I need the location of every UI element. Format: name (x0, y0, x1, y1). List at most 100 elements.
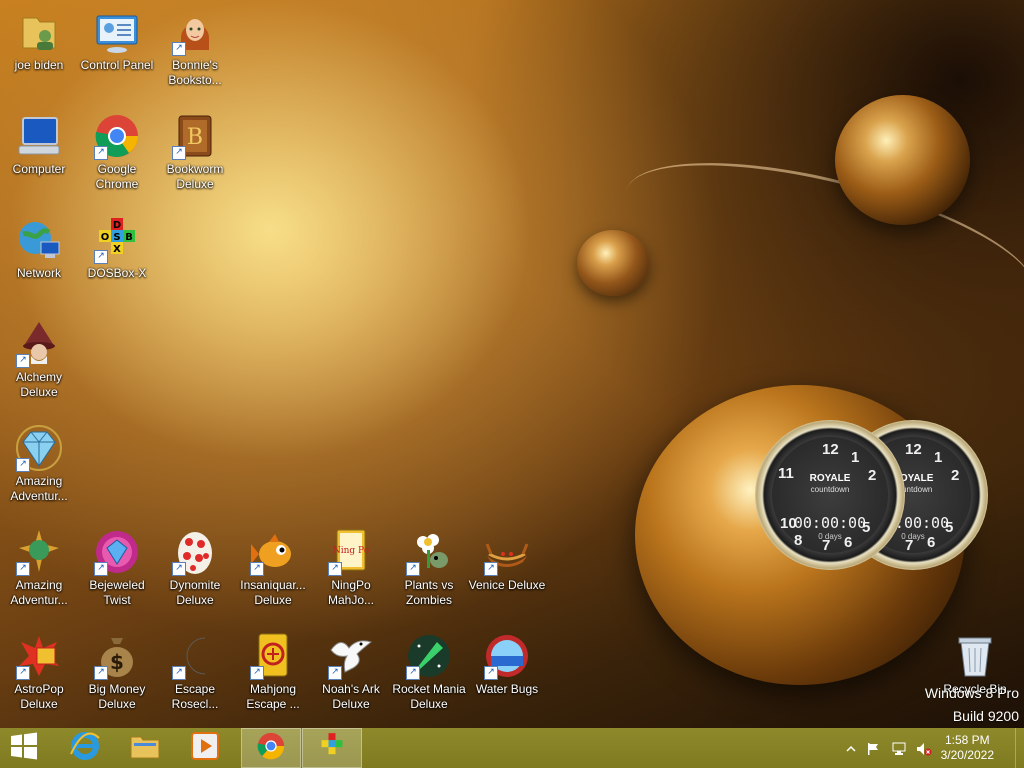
svg-text:Ning Po: Ning Po (333, 546, 369, 556)
venice-icon: ↗ (483, 528, 531, 576)
icon-label: Amazing Adventur... (10, 474, 68, 503)
volume-muted-icon[interactable] (916, 741, 932, 756)
icon-label: Rocket Mania Deluxe (392, 682, 466, 711)
desktop-icon-joe-biden[interactable]: joe biden (0, 4, 78, 73)
svg-text:D: D (113, 220, 121, 231)
clock-time: 1:58 PM (944, 733, 990, 747)
taskbar: 1:58 PM 3/20/2022 (0, 728, 1024, 768)
clock-date-button[interactable]: 1:58 PM 3/20/2022 (941, 733, 994, 763)
desktop-icon-plants-vs-zombies[interactable]: ↗ Plants vs Zombies (390, 524, 468, 608)
shortcut-arrow-icon: ↗ (94, 250, 108, 264)
taskbar-internet-explorer[interactable] (55, 728, 115, 768)
shortcut-arrow-icon: ↗ (328, 666, 342, 680)
clock-date: 3/20/2022 (940, 748, 994, 762)
desktop-icon-dosbox-x[interactable]: D O S B X ↗ DOSBox-X (78, 212, 156, 281)
shortcut-arrow-icon: ↗ (406, 562, 420, 576)
amazing-diamond-icon: ↗ (15, 424, 63, 472)
taskbar-file-explorer[interactable] (115, 728, 175, 768)
mahjong-escape-icon: ↗ (249, 632, 297, 680)
icon-label: Bejeweled Twist (89, 578, 145, 607)
desktop-icon-bonnies-bookstore[interactable]: ↗ Bonnie's Booksto... (156, 4, 234, 88)
shortcut-arrow-icon: ↗ (94, 562, 108, 576)
dosbox-icon (318, 732, 346, 764)
icon-label: Bookworm Deluxe (166, 162, 224, 191)
desktop-icon-astropop-deluxe[interactable]: ↗ AstroPop Deluxe (0, 628, 78, 712)
desktop-icon-bookworm-deluxe[interactable]: B ↗ Bookworm Deluxe (156, 108, 234, 192)
svg-text:B: B (125, 232, 133, 243)
amazing-globe-icon: ↗ (15, 528, 63, 576)
bookworm-icon: B ↗ (171, 112, 219, 160)
desktop-icon-big-money-deluxe[interactable]: $ ↗ Big Money Deluxe (78, 628, 156, 712)
shortcut-arrow-icon: ↗ (16, 562, 30, 576)
shortcut-arrow-icon: ↗ (328, 562, 342, 576)
icon-label: Control Panel (80, 58, 154, 72)
shortcut-arrow-icon: ↗ (16, 666, 30, 680)
taskbar-dosbox[interactable] (302, 728, 362, 768)
desktop-icon-mahjong-escape[interactable]: ↗ Mahjong Escape ... (234, 628, 312, 712)
desktop-icon-network[interactable]: Network (0, 212, 78, 281)
icon-label: Google Chrome (95, 162, 139, 191)
network-icon[interactable] (892, 741, 906, 755)
icon-label: Alchemy Deluxe (15, 370, 62, 399)
svg-text:S: S (113, 232, 120, 243)
show-hidden-icon[interactable] (844, 741, 858, 755)
gadget-brand: ROYALE (809, 473, 851, 484)
desktop-icon-bejeweled-twist[interactable]: ↗ Bejeweled Twist (78, 524, 156, 608)
svg-text:X: X (113, 244, 121, 255)
shortcut-arrow-icon: ↗ (94, 666, 108, 680)
icon-label: Dynomite Deluxe (169, 578, 221, 607)
desktop-icon-rocket-mania-deluxe[interactable]: ↗ Rocket Mania Deluxe (390, 628, 468, 712)
shortcut-arrow-icon: ↗ (250, 562, 264, 576)
shortcut-arrow-icon: ↗ (16, 458, 30, 472)
taskbar-media-player[interactable] (175, 728, 235, 768)
start-button[interactable] (0, 728, 48, 768)
icon-label: Mahjong Escape ... (246, 682, 300, 711)
icon-label: Escape Rosecl... (171, 682, 219, 711)
windows-edition-watermark: Windows 8 Pro (924, 685, 1019, 701)
dynomite-icon: ↗ (171, 528, 219, 576)
big-money-icon: $ ↗ (93, 632, 141, 680)
icon-label: Noah's Ark Deluxe (322, 682, 380, 711)
desktop-icon-noahs-ark-deluxe[interactable]: ↗ Noah's Ark Deluxe (312, 628, 390, 712)
icon-label: joe biden (14, 58, 64, 72)
icon-label: Plants vs Zombies (404, 578, 454, 607)
noahs-ark-icon: ↗ (327, 632, 375, 680)
desktop-icon-venice-deluxe[interactable]: ↗ Venice Deluxe (468, 524, 546, 593)
desktop-icon-computer[interactable]: Computer (0, 108, 78, 177)
shortcut-arrow-icon: ↗ (16, 354, 30, 368)
gadget-time: 00:00:00 (793, 514, 867, 532)
bonnie-icon: ↗ (171, 8, 219, 56)
svg-text:O: O (101, 232, 110, 243)
recycle-bin-icon (951, 632, 999, 680)
desktop-icon-water-bugs[interactable]: ↗ Water Bugs (468, 628, 546, 697)
desktop-icon-amazing-adventures-1[interactable]: ↗ Amazing Adventur... (0, 420, 78, 504)
shortcut-arrow-icon: ↗ (484, 562, 498, 576)
chrome-icon (256, 731, 286, 765)
water-bugs-icon: ↗ (483, 632, 531, 680)
ie-icon (69, 730, 101, 766)
shortcut-arrow-icon: ↗ (94, 146, 108, 160)
icon-label: DOSBox-X (87, 266, 147, 280)
icon-label: NingPo MahJo... (327, 578, 375, 607)
taskbar-chrome[interactable] (241, 728, 301, 768)
desktop-icon-dynomite-deluxe[interactable]: ↗ Dynomite Deluxe (156, 524, 234, 608)
dosbox-icon: D O S B X ↗ (93, 216, 141, 264)
desktop-icon-control-panel[interactable]: Control Panel (78, 4, 156, 73)
desktop-icon-amazing-adventures-2[interactable]: ↗ Amazing Adventur... (0, 524, 78, 608)
countdown-gadget-front[interactable]: 12 1 2 5 6 7 8 10 11 ROYALE countdown 00… (755, 420, 905, 570)
ningpo-icon: Ning Po ↗ (327, 528, 375, 576)
desktop-icon-alchemy-deluxe[interactable]: ↗ Alchemy Deluxe (0, 316, 78, 400)
icon-label: Amazing Adventur... (10, 578, 68, 607)
desktop-icon-escape-rosecliff[interactable]: ↗ Escape Rosecl... (156, 628, 234, 712)
user-folder-icon (15, 8, 63, 56)
insaniquarium-icon: ↗ (249, 528, 297, 576)
shortcut-arrow-icon: ↗ (172, 146, 186, 160)
desktop-icon-google-chrome[interactable]: ↗ Google Chrome (78, 108, 156, 192)
desktop-icon-ningpo-mahjong[interactable]: Ning Po ↗ NingPo MahJo... (312, 524, 390, 608)
shortcut-arrow-icon: ↗ (172, 42, 186, 56)
flag-icon[interactable] (866, 741, 880, 755)
svg-text:$: $ (110, 650, 124, 674)
show-desktop-button[interactable] (1015, 728, 1024, 768)
folder-icon (129, 731, 161, 765)
desktop-icon-insaniquarium-deluxe[interactable]: ↗ Insaniquar... Deluxe (234, 524, 312, 608)
